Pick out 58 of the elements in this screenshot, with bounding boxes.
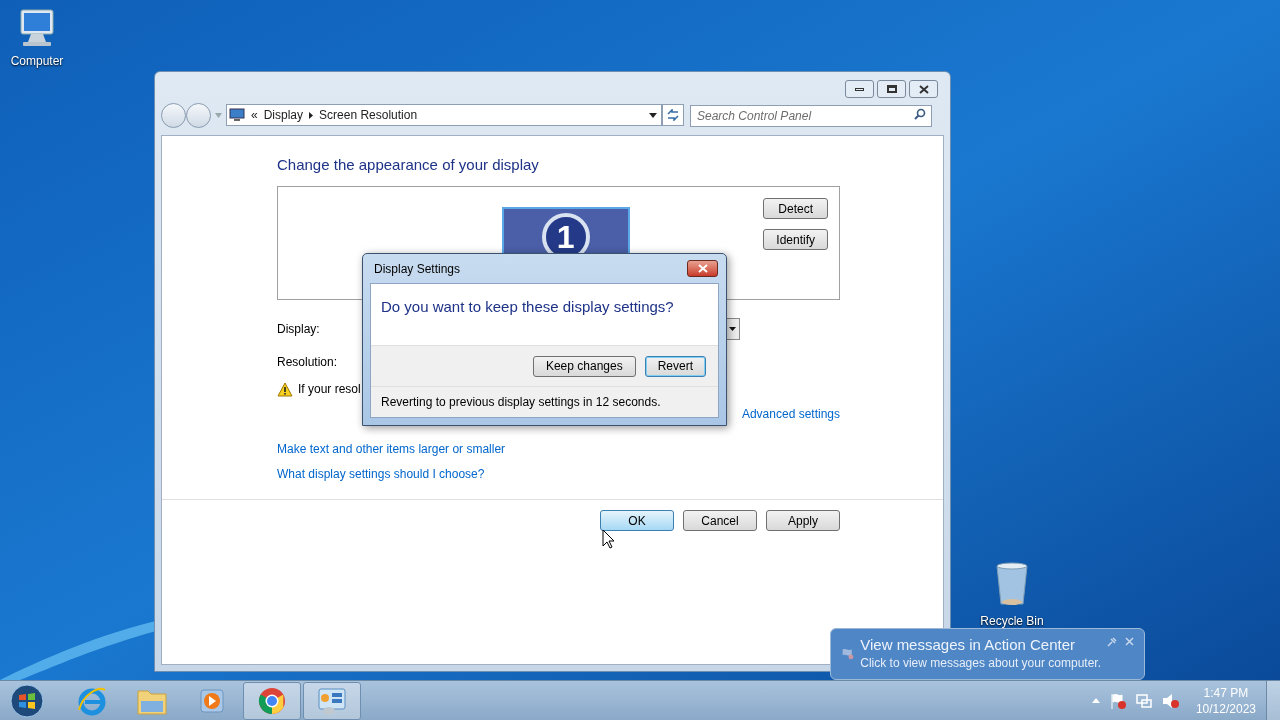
breadcrumb[interactable]: Display	[263, 106, 304, 124]
breadcrumb[interactable]: Screen Resolution	[319, 106, 418, 124]
network-icon[interactable]	[1135, 692, 1152, 709]
dialog-question: Do you want to keep these display settings?	[381, 298, 674, 315]
address-bar[interactable]: « Display Screen Resolution	[226, 104, 662, 126]
dialog-button[interactable]: Revert	[644, 355, 706, 377]
monitor-icon	[229, 108, 245, 122]
dialog-button[interactable]: Cancel	[683, 510, 757, 531]
caret-icon[interactable]	[215, 112, 222, 118]
help-link[interactable]: Make text and other items larger or smaller	[277, 441, 506, 457]
pin-icon[interactable]	[1107, 637, 1117, 647]
help-link[interactable]: What display settings should I choose?	[277, 466, 485, 482]
back-button[interactable]	[161, 102, 186, 128]
media-player-icon	[198, 686, 226, 715]
flag-icon[interactable]	[1109, 692, 1126, 709]
close-icon	[918, 84, 929, 94]
desktop-icon-label[interactable]: Computer	[10, 52, 64, 70]
warning-text: If your resol	[298, 381, 361, 398]
dialog-title: Display Settings	[373, 260, 461, 278]
close-button[interactable]	[909, 80, 938, 98]
breadcrumb-overflow[interactable]: «	[251, 106, 258, 124]
preview-button[interactable]: Detect	[763, 198, 828, 219]
mouse-pointer-icon	[602, 529, 615, 549]
advanced-settings-link[interactable]: Advanced settings	[741, 405, 840, 423]
forward-button[interactable]	[186, 102, 211, 128]
dialog-button[interactable]: Keep changes	[532, 355, 636, 377]
warning-icon	[277, 381, 293, 397]
field-label: Resolution:	[277, 354, 338, 371]
show-hidden-icons-icon[interactable]	[1091, 698, 1100, 703]
balloon-text: Click to view messages about your computer.	[860, 655, 1101, 672]
browser-icon	[77, 685, 107, 716]
trash-bin-icon	[994, 562, 1030, 608]
maximize-button[interactable]	[877, 80, 906, 98]
caret-icon	[729, 327, 736, 331]
dropdown-icon[interactable]	[649, 112, 657, 118]
search-field[interactable]: Search Control Panel	[690, 105, 932, 127]
countdown-text: Reverting to previous display settings in 12 seconds.	[381, 394, 661, 411]
close-icon	[697, 264, 708, 273]
close-icon[interactable]	[1125, 637, 1134, 646]
volume-muted-icon[interactable]	[1161, 692, 1180, 709]
taskbar-app-button[interactable]	[303, 681, 361, 720]
dialog-button[interactable]: Apply	[766, 510, 840, 531]
taskbar-app-button[interactable]	[243, 681, 301, 720]
close-button[interactable]	[687, 260, 718, 277]
chevron-icon[interactable]	[309, 111, 314, 119]
page-heading: Change the appearance of your display	[277, 156, 540, 174]
balloon-title: View messages in Action Center	[860, 636, 1077, 654]
refresh-icon	[666, 109, 680, 121]
minimize-button[interactable]	[845, 80, 874, 98]
dialog-button[interactable]: OK	[600, 510, 674, 531]
chrome-icon	[257, 685, 287, 716]
refresh-button[interactable]	[662, 104, 684, 126]
control-panel-icon	[316, 685, 348, 716]
field-label: Display:	[277, 321, 320, 338]
preview-button[interactable]: Identify	[763, 229, 828, 250]
desktop-icon-label[interactable]: Recycle Bin	[980, 612, 1044, 630]
search-icon[interactable]	[914, 108, 926, 120]
show-desktop-button[interactable]	[1266, 680, 1280, 720]
